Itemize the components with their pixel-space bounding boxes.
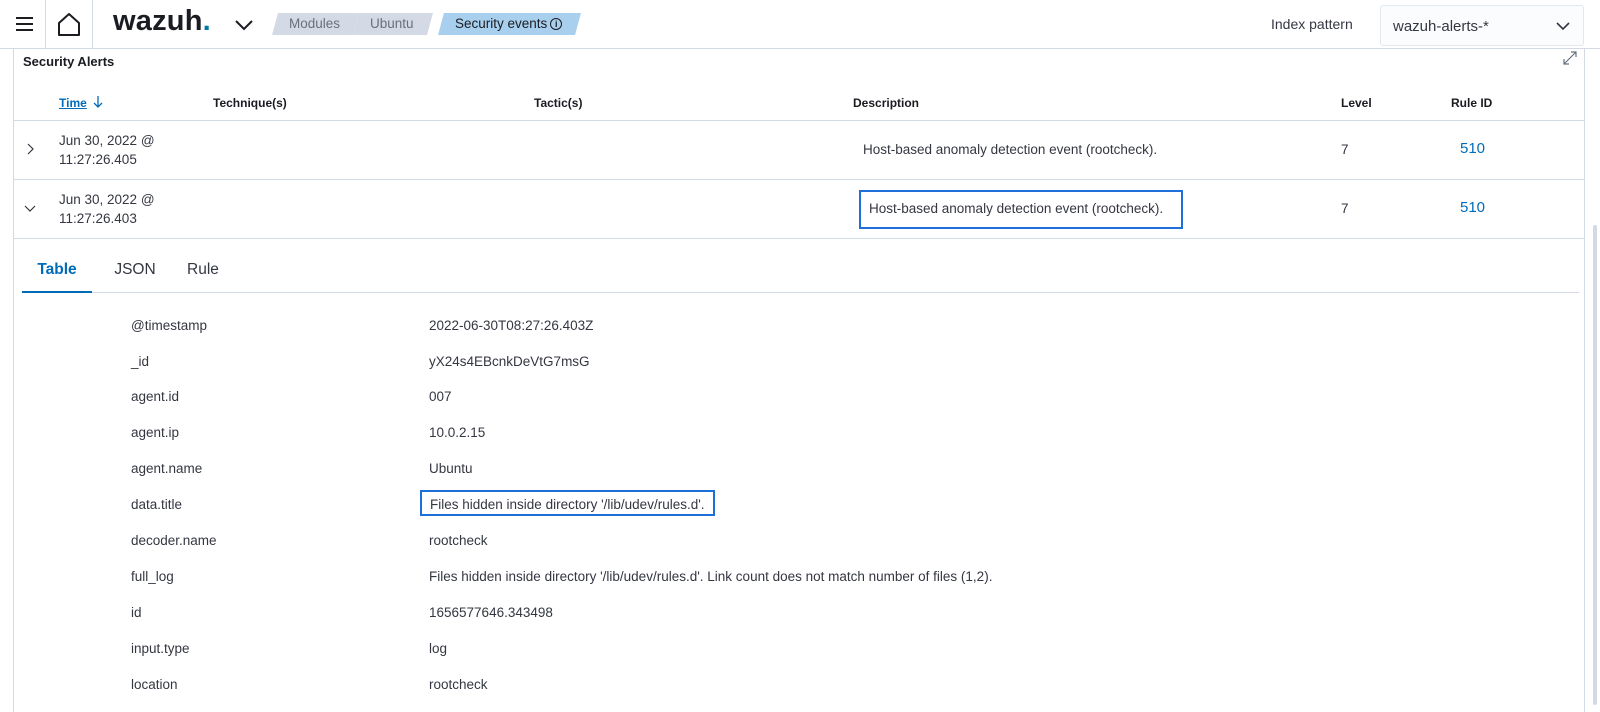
field-row: @timestamp 2022-06-30T08:27:26.403Z	[14, 309, 1574, 345]
field-value: log	[429, 641, 448, 656]
field-value: 2022-06-30T08:27:26.403Z	[429, 318, 594, 333]
panel-title: Security Alerts	[23, 54, 115, 69]
field-row: id 1656577646.343498	[14, 596, 1574, 632]
row-time: Jun 30, 2022 @ 11:27:26.403	[59, 192, 155, 226]
chevron-right-icon[interactable]	[22, 141, 38, 157]
field-value: 10.0.2.15	[429, 425, 486, 440]
field-key: _id	[131, 354, 150, 369]
row-rule-id-link[interactable]: 510	[1460, 140, 1485, 157]
index-pattern-label: Index pattern	[1271, 16, 1353, 32]
field-row: agent.id 007	[14, 380, 1574, 416]
field-value: Files hidden inside directory '/lib/udev…	[429, 569, 993, 584]
row-description: Host-based anomaly detection event (root…	[859, 190, 1183, 229]
expand-icon[interactable]	[1562, 50, 1578, 66]
field-value: yX24s4EBcnkDeVtG7msG	[429, 354, 590, 369]
field-row: location rootcheck	[14, 668, 1574, 704]
field-key: location	[131, 677, 178, 692]
field-key: id	[131, 605, 142, 620]
column-header-tactics[interactable]: Tactic(s)	[534, 96, 582, 110]
field-row: _id yX24s4EBcnkDeVtG7msG	[14, 345, 1574, 381]
breadcrumb-security-events[interactable]: Security events i	[441, 13, 578, 35]
field-row: agent.name Ubuntu	[14, 452, 1574, 488]
column-header-rule-id[interactable]: Rule ID	[1451, 96, 1492, 110]
breadcrumb-modules[interactable]: Modules	[275, 13, 356, 35]
security-alerts-panel: Security Alerts Time Technique(s) Tactic…	[13, 49, 1585, 712]
column-header-techniques[interactable]: Technique(s)	[213, 96, 287, 110]
field-value: rootcheck	[429, 533, 488, 548]
column-header-level[interactable]: Level	[1341, 96, 1372, 110]
index-pattern-value: wazuh-alerts-*	[1393, 18, 1489, 35]
field-value: 007	[429, 389, 452, 404]
sort-down-icon[interactable]	[92, 95, 104, 109]
breadcrumb-ubuntu[interactable]: Ubuntu	[356, 13, 430, 35]
table-row[interactable]: Jun 30, 2022 @ 11:27:26.405 Host-based a…	[14, 121, 1584, 180]
field-value: 1656577646.343498	[429, 605, 553, 620]
breadcrumb: Modules Ubuntu Security events i	[0, 0, 600, 48]
field-key: data.title	[131, 497, 183, 512]
top-nav-bar: wazuh. Modules Ubuntu Security events i I…	[0, 0, 1600, 49]
row-level: 7	[1341, 201, 1349, 216]
row-rule-id-link[interactable]: 510	[1460, 199, 1485, 216]
tab-rule[interactable]: Rule	[178, 249, 228, 293]
index-pattern-select[interactable]: wazuh-alerts-*	[1380, 5, 1584, 46]
field-value: rootcheck	[429, 677, 488, 692]
field-key: agent.id	[131, 389, 180, 404]
column-header-description[interactable]: Description	[853, 96, 919, 110]
field-key: decoder.name	[131, 533, 217, 548]
field-key: input.type	[131, 641, 190, 656]
row-time: Jun 30, 2022 @ 11:27:26.405	[59, 133, 155, 167]
field-key: agent.ip	[131, 425, 180, 440]
tab-json[interactable]: JSON	[106, 249, 164, 293]
table-row[interactable]: Jun 30, 2022 @ 11:27:26.403 Host-based a…	[14, 180, 1584, 239]
tab-table[interactable]: Table	[22, 249, 92, 293]
chevron-down-icon[interactable]	[22, 200, 38, 216]
field-key: agent.name	[131, 461, 203, 476]
field-value: Files hidden inside directory '/lib/udev…	[420, 490, 715, 516]
field-value: Ubuntu	[429, 461, 473, 476]
field-row: input.type log	[14, 632, 1574, 668]
page-scrollbar[interactable]	[1593, 225, 1597, 705]
field-row: decoder.name rootcheck	[14, 524, 1574, 560]
column-header-time[interactable]: Time	[59, 96, 87, 110]
table-header: Time Technique(s) Tactic(s) Description …	[14, 85, 1584, 121]
info-icon[interactable]: i	[550, 18, 563, 30]
field-row: agent.ip 10.0.2.15	[14, 416, 1574, 452]
row-level: 7	[1341, 142, 1349, 157]
field-row: data.title Files hidden inside directory…	[14, 488, 1574, 524]
field-row: full_log Files hidden inside directory '…	[14, 560, 1574, 596]
field-key: @timestamp	[131, 318, 207, 333]
detail-tabs: Table JSON Rule	[22, 249, 1579, 293]
field-key: full_log	[131, 569, 174, 584]
chevron-down-icon	[1556, 22, 1570, 31]
row-description: Host-based anomaly detection event (root…	[863, 142, 1158, 157]
